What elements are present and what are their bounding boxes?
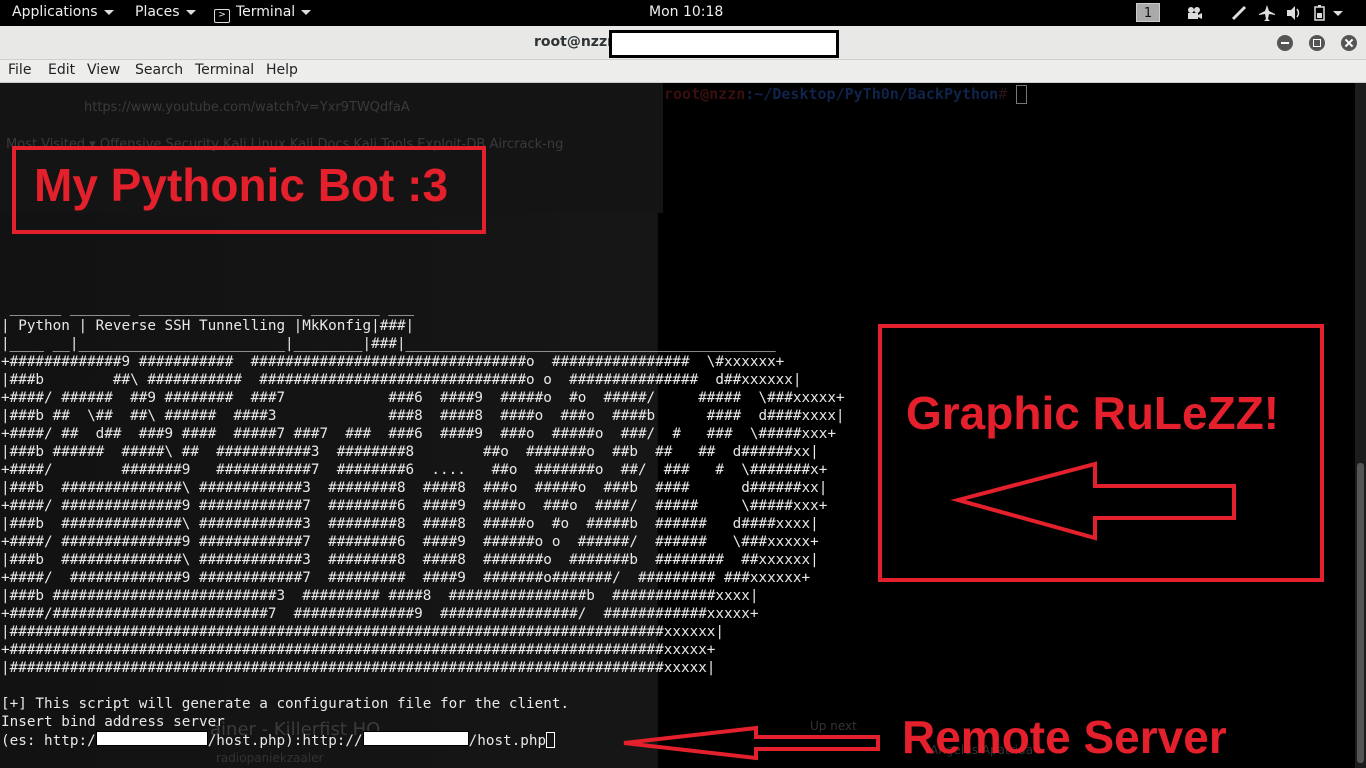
window-title: root@nzzn xyxy=(534,34,618,50)
menu-file[interactable]: File xyxy=(8,62,31,78)
bot-annotation-label: My Pythonic Bot :3 xyxy=(34,159,449,211)
airplane-mode-icon[interactable] xyxy=(1259,5,1275,21)
terminal-app-icon: > xyxy=(214,9,230,23)
pen-icon[interactable] xyxy=(1231,5,1247,21)
redacted-hostname xyxy=(609,30,839,58)
chevron-down-icon xyxy=(301,9,312,15)
applications-label: Applications xyxy=(12,4,98,20)
close-button[interactable] xyxy=(1341,35,1357,51)
remote-annotation-label: Remote Server xyxy=(902,711,1227,763)
scrollbar-thumb[interactable] xyxy=(1357,463,1364,763)
left-arrow-icon xyxy=(950,461,1236,541)
redacted-address-input xyxy=(362,731,469,746)
applications-menu[interactable]: Applications xyxy=(12,4,114,20)
prompt-user: root@nzzn xyxy=(664,85,746,103)
terminal-cursor xyxy=(546,732,556,748)
prompt-path: :~/Desktop/PyTh0n/BackPython xyxy=(745,85,999,103)
menu-bar: File Edit View Search Terminal Help xyxy=(0,60,1366,83)
volume-icon[interactable] xyxy=(1286,5,1302,21)
menu-terminal[interactable]: Terminal xyxy=(195,62,254,78)
prompt-cursor xyxy=(1016,85,1028,104)
battery-icon[interactable] xyxy=(1312,5,1328,21)
places-menu[interactable]: Places xyxy=(135,4,196,20)
prompt-symbol: # xyxy=(998,85,1017,103)
power-menu-icon[interactable] xyxy=(1333,11,1343,16)
terminal-app-menu[interactable]: > Terminal xyxy=(214,4,312,23)
menu-help[interactable]: Help xyxy=(266,62,298,78)
graphic-annotation-label: Graphic RuLeZZ! xyxy=(906,387,1280,439)
menu-view[interactable]: View xyxy=(87,62,120,78)
terminal-app-label: Terminal xyxy=(236,4,296,20)
clock[interactable]: Mon 10:18 xyxy=(649,4,723,20)
redacted-address xyxy=(95,731,208,746)
background-url: https://www.youtube.com/watch?v=Yxr9TWQd… xyxy=(84,100,410,115)
output-line-1: [+] This script will generate a configur… xyxy=(1,696,570,712)
shell-prompt: root@nzzn:~/Desktop/PyTh0n/BackPython# xyxy=(664,85,1028,104)
script-output: [+] This script will generate a configur… xyxy=(1,695,569,750)
top-panel: Applications Places > Terminal Mon 10:18 … xyxy=(0,0,1366,26)
workspace-indicator[interactable]: 1 xyxy=(1136,3,1160,22)
maximize-button[interactable] xyxy=(1309,35,1325,51)
menu-search[interactable]: Search xyxy=(135,62,183,78)
left-arrow-icon xyxy=(623,725,880,761)
chevron-down-icon xyxy=(103,9,114,15)
camera-icon[interactable] xyxy=(1186,5,1202,21)
background-channel: radiopaniekzaaler xyxy=(216,751,324,765)
minimize-button[interactable] xyxy=(1277,35,1293,51)
places-label: Places xyxy=(135,4,180,20)
menu-edit[interactable]: Edit xyxy=(48,62,75,78)
terminal-scrollbar[interactable] xyxy=(1355,83,1366,768)
output-line-3-prefix: (es: http:/ xyxy=(1,733,96,749)
output-line-2: Insert bind address server xyxy=(1,714,225,730)
ascii-banner: ______ _______ ___________________ _____… xyxy=(1,300,845,676)
chevron-down-icon xyxy=(185,9,196,15)
output-line-3-mid: /host.php):http:// xyxy=(207,733,363,749)
output-line-3-suffix: /host.php xyxy=(468,733,547,749)
